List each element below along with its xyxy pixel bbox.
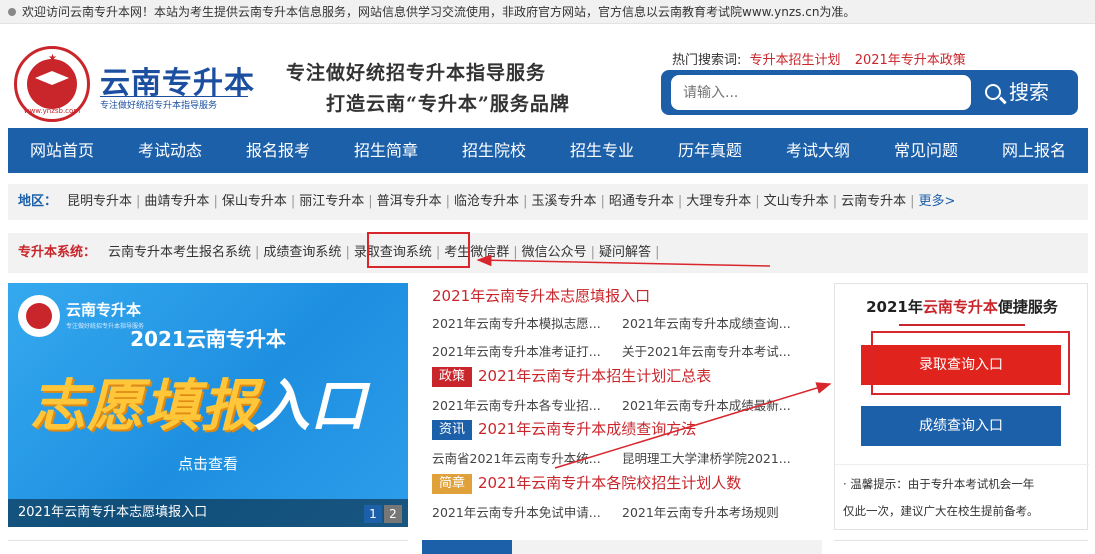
banner-brand: 云南专升本 (66, 301, 142, 319)
top-notice-text: 欢迎访问云南专升本网！本站为考生提供云南专升本信息服务，网站信息供学习交流使用，… (22, 5, 856, 19)
region-link[interactable]: 昆明专升本 (67, 194, 132, 209)
search-bar: 搜索 (661, 70, 1078, 115)
news-headline[interactable]: 2021年云南专升本志愿填报入口 (432, 285, 650, 306)
news-headline-row: 资讯 2021年云南专升本成绩查询方法 (432, 418, 696, 440)
news-item[interactable]: 2021年云南专升本准考证打... (432, 341, 618, 360)
speaker-icon (8, 7, 16, 16)
nav-item-past-papers[interactable]: 历年真题 (656, 128, 764, 173)
highlight-box-admission-system (367, 232, 470, 268)
system-link-score[interactable]: 成绩查询系统 (263, 245, 341, 260)
news-item[interactable]: 2021年云南专升本免试申请... (432, 502, 618, 521)
bottom-panel-middle (422, 540, 822, 554)
region-link[interactable]: 丽江专升本 (299, 194, 364, 209)
news-item[interactable]: 昆明理工大学津桥学院2021... (622, 448, 808, 467)
site-logo[interactable]: ★ www.ynzsb.com (14, 46, 90, 122)
nav-item-syllabus[interactable]: 考试大纲 (764, 128, 872, 173)
logo-url: www.ynzsb.com (23, 107, 81, 115)
search-button-label: 搜索 (1009, 80, 1049, 104)
news-item-row: 2021年云南专升本模拟志愿... 2021年云南专升本成绩查询... (432, 313, 808, 335)
tag-info: 资讯 (432, 419, 473, 440)
system-link-faq[interactable]: 疑问解答 (599, 245, 651, 260)
system-link-registration[interactable]: 云南专升本考生报名系统 (108, 245, 251, 260)
nav-item-majors[interactable]: 招生专业 (548, 128, 656, 173)
news-item[interactable]: 2021年云南专升本各专业招... (432, 395, 618, 414)
region-link[interactable]: 昭通专升本 (609, 194, 674, 209)
search-button[interactable]: 搜索 (979, 75, 1073, 110)
news-item-row: 云南省2021年云南专升本统... 昆明理工大学津桥学院2021... (432, 448, 808, 470)
nav-item-exam-news[interactable]: 考试动态 (116, 128, 224, 173)
hot-search-label: 热门搜索词: (672, 53, 742, 68)
news-headline[interactable]: 2021年云南专升本成绩查询方法 (478, 420, 696, 438)
nav-item-faq[interactable]: 常见问题 (872, 128, 980, 173)
region-link[interactable]: 云南专升本 (841, 194, 906, 209)
logo-subtitle: 专注做好统招专升本指导服务 (100, 96, 248, 111)
search-icon (985, 84, 1001, 100)
banner-slide[interactable]: 云南专升本 专注做好统招专升本指导服务 2021云南专升本 志愿填报 入口 点击… (8, 283, 408, 527)
service-title-underline (899, 324, 1025, 326)
news-item[interactable]: 2021年云南专升本考场规则 (622, 502, 808, 521)
news-item-row: 2021年云南专升本准考证打... 关于2021年云南专升本考试... (432, 341, 808, 363)
region-link[interactable]: 玉溪专升本 (531, 194, 596, 209)
hot-search: 热门搜索词: 专升本招生计划 2021年专升本政策 (672, 49, 976, 68)
hot-search-link[interactable]: 专升本招生计划 (750, 53, 841, 68)
service-tip-line-1: · 温馨提示：由于专升本考试机会一年 (843, 477, 1035, 491)
highlight-box-admission-button (871, 331, 1070, 395)
news-headline[interactable]: 2021年云南专升本招生计划汇总表 (478, 367, 711, 385)
region-link[interactable]: 保山专升本 (222, 194, 287, 209)
region-link[interactable]: 文山专升本 (764, 194, 829, 209)
search-input[interactable] (671, 75, 971, 110)
nav-item-online-registration[interactable]: 网上报名 (980, 128, 1088, 173)
banner-page-2[interactable]: 2 (384, 505, 402, 523)
tag-policy: 政策 (432, 366, 473, 387)
top-notice-bar: 欢迎访问云南专升本网！本站为考生提供云南专升本信息服务，网站信息供学习交流使用，… (0, 0, 1095, 24)
banner-caption[interactable]: 2021年云南专升本志愿填报入口 (8, 499, 408, 527)
slogan-line-2: 打造云南“专升本”服务品牌 (326, 93, 570, 115)
system-link-wechat-account[interactable]: 微信公众号 (522, 245, 587, 260)
region-link[interactable]: 普洱专升本 (377, 194, 442, 209)
score-query-button[interactable]: 成绩查询入口 (861, 406, 1061, 446)
region-link[interactable]: 曲靖专升本 (144, 194, 209, 209)
slogan-line-1: 专注做好统招专升本指导服务 (286, 62, 547, 84)
news-headline-row: 简章 2021年云南专升本各院校招生计划人数 (432, 472, 741, 494)
news-item[interactable]: 2021年云南专升本成绩查询... (622, 313, 808, 332)
news-item[interactable]: 2021年云南专升本成绩最新... (622, 395, 808, 414)
system-bar: 专升本系统： 云南专升本考生报名系统 | 成绩查询系统 | 录取查询系统 | 考生微信群 | 微信… (8, 233, 1088, 273)
nav-item-schools[interactable]: 招生院校 (440, 128, 548, 173)
nav-item-registration[interactable]: 报名报考 (224, 128, 332, 173)
nav-item-home[interactable]: 网站首页 (8, 128, 116, 173)
service-tip-line-2: 仅此一次，建议广大在校生提前备考。 (843, 504, 1039, 518)
news-item[interactable]: 云南省2021年云南专升本统... (432, 448, 618, 467)
quick-service-panel: 2021年云南专升本便捷服务 录取查询入口 成绩查询入口 · 温馨提示：由于专升… (834, 283, 1089, 530)
bottom-panel-right (834, 540, 1088, 554)
system-label: 专升本系统： (18, 245, 97, 260)
region-label: 地区： (18, 194, 58, 209)
region-bar: 地区： 昆明专升本 | 曲靖专升本 | 保山专升本 | 丽江专升本 | 普洱专升本 | 临沧专升本 | 玉… (8, 184, 1088, 220)
banner-big-text-right: 入口 (254, 374, 366, 439)
service-title: 2021年云南专升本便捷服务 (866, 298, 1058, 316)
news-item[interactable]: 关于2021年云南专升本考试... (622, 341, 808, 360)
news-headline-row: 政策 2021年云南专升本招生计划汇总表 (432, 365, 711, 387)
banner-year-title: 2021云南专升本 (130, 327, 286, 351)
main-nav: 网站首页 考试动态 报名报考 招生简章 招生院校 招生专业 历年真题 考试大纲 … (8, 128, 1088, 173)
news-item-row: 2021年云南专升本免试申请... 2021年云南专升本考场规则 (432, 502, 808, 524)
hot-search-link[interactable]: 2021年专升本政策 (855, 53, 966, 68)
bottom-panel-tab[interactable] (422, 540, 512, 554)
tag-guide: 简章 (432, 473, 473, 494)
nav-item-admission-guide[interactable]: 招生简章 (332, 128, 440, 173)
news-headline[interactable]: 2021年云南专升本各院校招生计划人数 (478, 474, 741, 492)
banner-action[interactable]: 点击查看 (8, 453, 408, 474)
region-link[interactable]: 临沧专升本 (454, 194, 519, 209)
bottom-panel-left (8, 540, 408, 554)
banner-page-1[interactable]: 1 (364, 505, 382, 523)
region-more-link[interactable]: 更多> (918, 194, 955, 209)
news-item[interactable]: 2021年云南专升本模拟志愿... (432, 313, 618, 332)
news-item-row: 2021年云南专升本各专业招... 2021年云南专升本成绩最新... (432, 395, 808, 417)
banner-big-text-left: 志愿填报 (30, 374, 258, 439)
region-link[interactable]: 大理专升本 (686, 194, 751, 209)
